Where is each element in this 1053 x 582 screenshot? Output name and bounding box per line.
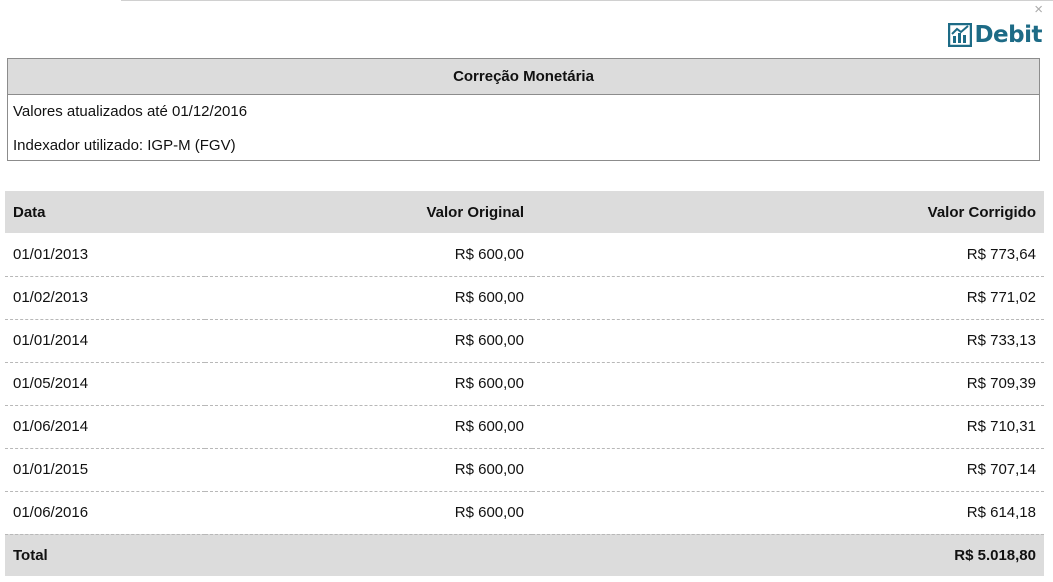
cell-original: R$ 600,00 xyxy=(205,362,532,406)
total-label: Total xyxy=(5,534,205,576)
cell-date: 01/01/2015 xyxy=(5,448,205,492)
cell-corrected: R$ 771,02 xyxy=(532,276,1044,320)
cell-date: 01/06/2016 xyxy=(5,491,205,535)
chart-logo-icon xyxy=(948,23,973,47)
table-row: 01/02/2013 R$ 600,00 R$ 771,02 xyxy=(5,276,1044,320)
cell-corrected: R$ 707,14 xyxy=(532,448,1044,492)
cell-date: 01/05/2014 xyxy=(5,362,205,406)
cell-date: 01/01/2013 xyxy=(5,233,205,277)
table-row: 01/01/2014 R$ 600,00 R$ 733,13 xyxy=(5,319,1044,363)
table-row: 01/06/2014 R$ 600,00 R$ 710,31 xyxy=(5,405,1044,449)
cell-date: 01/01/2014 xyxy=(5,319,205,363)
info-title: Correção Monetária xyxy=(8,59,1039,95)
info-panel: Correção Monetária Valores atualizados a… xyxy=(7,58,1040,161)
cell-original: R$ 600,00 xyxy=(205,319,532,363)
cell-original: R$ 600,00 xyxy=(205,276,532,320)
updated-date-text: Valores atualizados até 01/12/2016 xyxy=(13,103,248,120)
top-divider xyxy=(121,0,1053,1)
table-row: 01/05/2014 R$ 600,00 R$ 709,39 xyxy=(5,362,1044,406)
close-icon[interactable]: × xyxy=(1034,1,1043,19)
cell-corrected: R$ 614,18 xyxy=(532,491,1044,535)
cell-date: 01/02/2013 xyxy=(5,276,205,320)
total-value: R$ 5.018,80 xyxy=(532,534,1044,576)
table-row: 01/01/2013 R$ 600,00 R$ 773,64 xyxy=(5,233,1044,277)
index-text: Indexador utilizado: IGP-M (FGV) xyxy=(13,137,236,154)
cell-date: 01/06/2014 xyxy=(5,405,205,449)
table-row: 01/01/2015 R$ 600,00 R$ 707,14 xyxy=(5,448,1044,492)
debit-logo: Debit xyxy=(948,22,1042,48)
table-row: 01/06/2016 R$ 600,00 R$ 614,18 xyxy=(5,491,1044,535)
cell-corrected: R$ 733,13 xyxy=(532,319,1044,363)
table-header-row: Data Valor Original Valor Corrigido xyxy=(5,191,1044,233)
cell-corrected: R$ 709,39 xyxy=(532,362,1044,406)
cell-original: R$ 600,00 xyxy=(205,233,532,277)
total-spacer xyxy=(205,534,532,576)
cell-corrected: R$ 710,31 xyxy=(532,405,1044,449)
correction-table: Data Valor Original Valor Corrigido 01/0… xyxy=(5,191,1044,576)
logo-text: Debit xyxy=(974,22,1042,48)
cell-corrected: R$ 773,64 xyxy=(532,233,1044,277)
header-original: Valor Original xyxy=(205,191,532,233)
table-total-row: Total R$ 5.018,80 xyxy=(5,534,1044,576)
header-date: Data xyxy=(5,191,205,233)
cell-original: R$ 600,00 xyxy=(205,405,532,449)
cell-original: R$ 600,00 xyxy=(205,491,532,535)
header-corrected: Valor Corrigido xyxy=(532,191,1044,233)
cell-original: R$ 600,00 xyxy=(205,448,532,492)
